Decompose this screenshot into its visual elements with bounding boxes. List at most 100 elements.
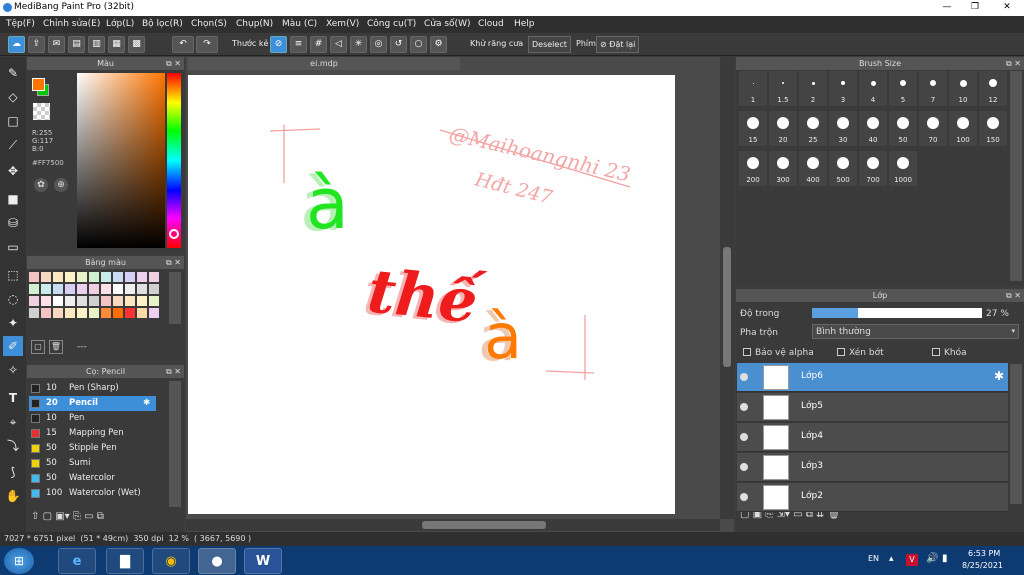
protect-alpha-checkbox[interactable]: [743, 348, 751, 356]
file-explorer-icon[interactable]: ▇: [106, 548, 144, 574]
palette-swatch[interactable]: [149, 308, 159, 318]
drawing-canvas[interactable]: @Maihoangnhi 23 Hđt 247 à à thế thế à à: [188, 75, 675, 514]
deselect-button[interactable]: Deselect: [528, 36, 571, 53]
minimize-button[interactable]: —: [936, 1, 958, 14]
lasso-tool-icon[interactable]: ◌: [3, 289, 23, 309]
palette-swatch-grid[interactable]: [29, 272, 167, 324]
palette-swatch[interactable]: [125, 272, 135, 282]
document-icon[interactable]: ▤: [68, 36, 85, 53]
brush-size-cell[interactable]: 12: [979, 71, 1007, 106]
brush-size-cell[interactable]: 2: [799, 71, 827, 106]
palette-swatch[interactable]: [137, 308, 147, 318]
medibang-taskbar-icon[interactable]: ●: [198, 548, 236, 574]
dot-tool-icon[interactable]: □: [3, 111, 23, 131]
clock-date[interactable]: 8/25/2021: [962, 561, 1003, 570]
language-indicator[interactable]: EN: [868, 554, 879, 563]
select-pen-icon[interactable]: ✐: [3, 336, 23, 356]
palette-swatch[interactable]: [77, 296, 87, 306]
saturation-value-picker[interactable]: [77, 73, 165, 248]
radial-icon[interactable]: ✳: [350, 36, 367, 53]
brush-item[interactable]: 20 Pencil ✱: [29, 396, 156, 411]
copy-brush-icon[interactable]: ⎘: [73, 511, 81, 522]
brush-size-cell[interactable]: 1: [739, 71, 767, 106]
panel-tool-icon[interactable]: ⌖: [3, 412, 23, 432]
hue-handle[interactable]: [169, 229, 179, 239]
new-swatch-icon[interactable]: ▢: [31, 340, 45, 354]
brush-size-cell[interactable]: 1000: [889, 151, 917, 186]
brush-tool-icon[interactable]: ✎: [3, 63, 23, 83]
palette-swatch[interactable]: [89, 284, 99, 294]
page-icon[interactable]: ▥: [88, 36, 105, 53]
vertical-scroll-thumb[interactable]: [723, 247, 731, 367]
menu-layer[interactable]: Lớp(L): [106, 19, 134, 29]
palette-swatch[interactable]: [53, 284, 63, 294]
parallel-ruler-icon[interactable]: ≡: [290, 36, 307, 53]
palette-swatch[interactable]: [65, 284, 75, 294]
move-tool-icon[interactable]: ✥: [3, 161, 23, 181]
pages-icon[interactable]: ▦: [108, 36, 125, 53]
clock-time[interactable]: 6:53 PM: [968, 549, 1000, 558]
start-button-icon[interactable]: ⊞: [4, 548, 34, 574]
palette-swatch[interactable]: [89, 308, 99, 318]
palette-swatch[interactable]: [149, 296, 159, 306]
brush-size-cell[interactable]: 150: [979, 111, 1007, 146]
maximize-button[interactable]: ❐: [964, 1, 986, 14]
palette-swatch[interactable]: [137, 284, 147, 294]
comment-icon[interactable]: ✉: [48, 36, 65, 53]
menu-tools[interactable]: Công cụ(T): [367, 19, 416, 29]
palette-swatch[interactable]: [125, 296, 135, 306]
palette-swatch[interactable]: [41, 284, 51, 294]
palette-swatch[interactable]: [125, 308, 135, 318]
palette-swatch[interactable]: [77, 284, 87, 294]
brush-size-cell[interactable]: 30: [829, 111, 857, 146]
brush-item[interactable]: 15 Mapping Pen: [29, 426, 156, 441]
menu-select[interactable]: Chọn(S): [191, 19, 227, 29]
palette-swatch[interactable]: [41, 308, 51, 318]
brush-size-cell[interactable]: 5: [889, 71, 917, 106]
select-tool-icon[interactable]: ⬚: [3, 265, 23, 285]
brush-size-cell[interactable]: 300: [769, 151, 797, 186]
chrome-icon[interactable]: ◉: [152, 548, 190, 574]
undo-icon[interactable]: ↶: [172, 36, 194, 53]
palette-scrollbar[interactable]: [169, 272, 181, 324]
internet-explorer-icon[interactable]: e: [58, 548, 96, 574]
palette-swatch[interactable]: [149, 284, 159, 294]
bucket-tool-icon[interactable]: ⛁: [3, 213, 23, 233]
brush-size-cell[interactable]: 400: [799, 151, 827, 186]
fill-shape-icon[interactable]: ■: [3, 189, 23, 209]
palette-swatch[interactable]: [29, 284, 39, 294]
curve-ruler-icon[interactable]: ↺: [390, 36, 407, 53]
palette-swatch[interactable]: [29, 272, 39, 282]
palette-swatch[interactable]: [29, 296, 39, 306]
visibility-icon[interactable]: [740, 403, 748, 411]
palette-swatch[interactable]: [65, 308, 75, 318]
palette-swatch[interactable]: [113, 296, 123, 306]
canvas-tab[interactable]: ei.mdp: [188, 57, 460, 70]
layer-scrollbar[interactable]: [1010, 364, 1022, 504]
palette-swatch[interactable]: [53, 296, 63, 306]
palette-swatch[interactable]: [29, 308, 39, 318]
cloud-icon[interactable]: ☁: [8, 36, 25, 53]
brush-item[interactable]: 50 Sumi: [29, 456, 156, 471]
color-picker-icon[interactable]: ⊕: [54, 178, 68, 192]
volume-icon[interactable]: 🔊: [926, 553, 938, 564]
redo-icon[interactable]: ↷: [196, 36, 218, 53]
vertical-scrollbar[interactable]: [720, 57, 734, 519]
word-icon[interactable]: W: [244, 548, 282, 574]
palette-swatch[interactable]: [77, 272, 87, 282]
share-icon[interactable]: ⇪: [28, 36, 45, 53]
clipping-checkbox[interactable]: [837, 348, 845, 356]
brush-size-cell[interactable]: 7: [919, 71, 947, 106]
brush-item[interactable]: 100 Watercolor (Wet): [29, 486, 156, 501]
brush-size-cell[interactable]: 70: [919, 111, 947, 146]
layer-gear-icon[interactable]: ✱: [994, 369, 1004, 383]
new-brush-icon[interactable]: ▢: [43, 511, 52, 522]
brush-size-cell[interactable]: 25: [799, 111, 827, 146]
brush-size-cell[interactable]: 100: [949, 111, 977, 146]
palette-swatch[interactable]: [41, 272, 51, 282]
layer-row[interactable]: Lớp3: [737, 453, 1008, 482]
brush-size-cell[interactable]: 700: [859, 151, 887, 186]
brush-item[interactable]: 10 Pen (Sharp): [29, 381, 156, 396]
brush-size-scrollbar[interactable]: [1010, 71, 1022, 281]
brush-menu-icon[interactable]: ▣▾: [55, 511, 69, 522]
